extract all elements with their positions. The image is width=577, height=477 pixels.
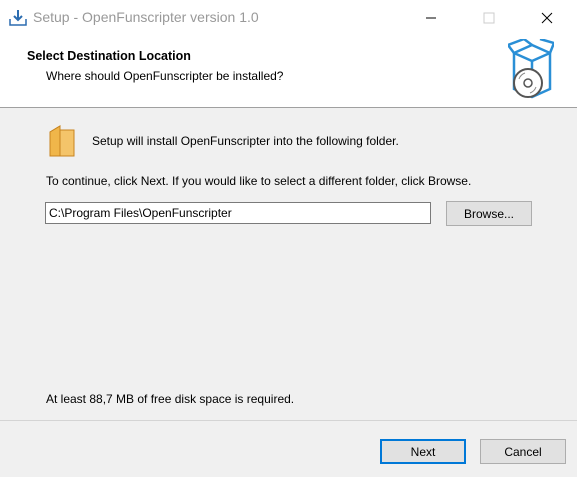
folder-icon [48, 124, 76, 158]
continue-instructions: To continue, click Next. If you would li… [46, 174, 472, 188]
maximize-button [466, 0, 512, 35]
cancel-button[interactable]: Cancel [480, 439, 566, 464]
title-bar: Setup - OpenFunscripter version 1.0 [0, 0, 577, 35]
minimize-button[interactable] [408, 0, 454, 35]
destination-path-input[interactable]: C:\Program Files\OpenFunscripter [45, 202, 431, 224]
page-subtitle: Where should OpenFunscripter be installe… [46, 69, 284, 83]
window-title: Setup - OpenFunscripter version 1.0 [33, 9, 259, 25]
close-icon [541, 12, 553, 23]
minimize-icon [426, 17, 436, 18]
wizard-header: Select Destination Location Where should… [0, 35, 577, 108]
maximize-icon [483, 12, 495, 23]
browse-button[interactable]: Browse... [446, 201, 532, 226]
footer-divider [0, 420, 577, 421]
page-title: Select Destination Location [27, 49, 191, 63]
installer-download-icon [8, 8, 28, 28]
box-with-disc-icon [505, 37, 556, 105]
next-button[interactable]: Next [380, 439, 466, 464]
close-button[interactable] [524, 0, 570, 35]
install-folder-intro: Setup will install OpenFunscripter into … [92, 134, 399, 148]
disk-space-requirement: At least 88,7 MB of free disk space is r… [46, 392, 295, 406]
